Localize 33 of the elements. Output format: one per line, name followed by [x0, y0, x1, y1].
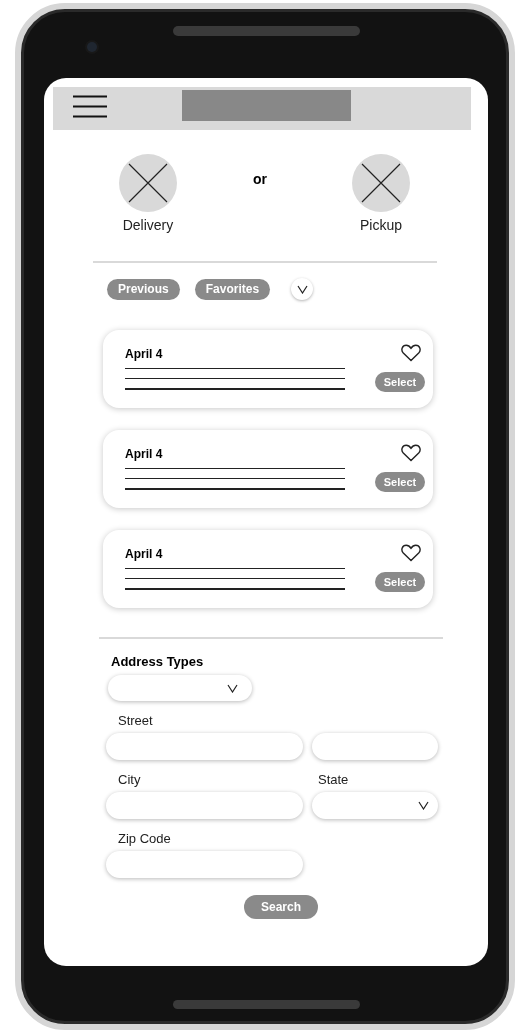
order-date: April 4: [125, 346, 164, 362]
dropdown-field[interactable]: [312, 792, 438, 819]
order-date: April 4: [125, 546, 164, 562]
heart-icon[interactable]: [401, 544, 421, 562]
text-field[interactable]: [106, 733, 303, 760]
section-title: Address Types: [111, 654, 204, 669]
chevron-down-icon: [296, 284, 308, 294]
chevron-down-icon: [418, 801, 429, 810]
menu-icon[interactable]: [73, 95, 107, 118]
select-button[interactable]: Select: [375, 372, 425, 392]
select-button[interactable]: Select: [375, 572, 425, 592]
order-date: April 4: [125, 446, 164, 462]
option-label: Pickup: [360, 217, 402, 233]
text-field[interactable]: [106, 792, 303, 819]
image-placeholder-icon[interactable]: [119, 154, 177, 212]
field-label: State: [318, 772, 349, 787]
image-placeholder-icon[interactable]: [352, 154, 410, 212]
text-field[interactable]: [312, 733, 438, 760]
filter-chip[interactable]: Previous: [107, 278, 180, 300]
text-field[interactable]: [106, 851, 303, 878]
chevron-down-icon: [227, 683, 238, 693]
expand-button[interactable]: [291, 278, 314, 300]
field-label: Zip Code: [118, 831, 171, 846]
camera-lens: [87, 42, 97, 52]
field-label: City: [118, 772, 141, 787]
heart-icon[interactable]: [401, 444, 421, 462]
or-label: or: [252, 171, 268, 187]
select-button[interactable]: Select: [375, 472, 425, 492]
heart-icon[interactable]: [401, 344, 421, 362]
search-button[interactable]: Search: [244, 895, 318, 919]
option-label: Delivery: [122, 217, 174, 233]
filter-chip[interactable]: Favorites: [194, 278, 271, 300]
field-label: Street: [118, 713, 153, 728]
